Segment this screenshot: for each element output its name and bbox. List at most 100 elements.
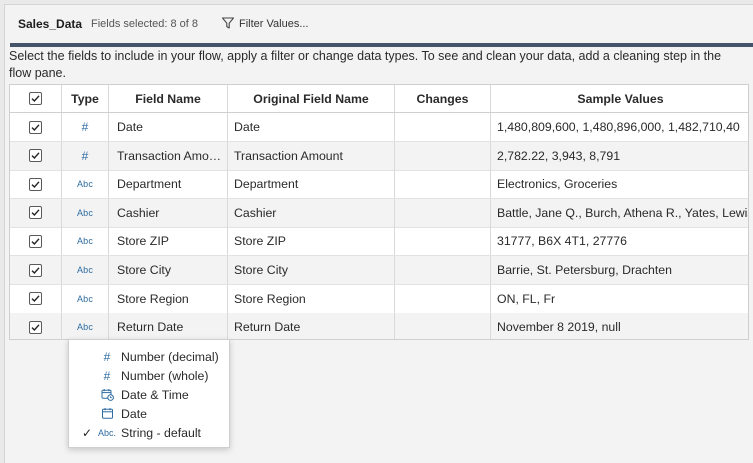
type-menu-item[interactable]: # Number (decimal) (69, 347, 231, 366)
type-cell[interactable]: Abc (62, 313, 109, 339)
table-row[interactable]: Abc Cashier Cashier Battle, Jane Q., Burch,… (10, 198, 749, 228)
table-row[interactable]: Abc Department Department Electronics, Groc… (10, 170, 748, 200)
sample-values-cell: 31777, B6X 4T1, 27776 (497, 234, 627, 249)
sample-values-cell: November 8 2019, null (497, 320, 621, 335)
abc-icon[interactable]: Abc (77, 265, 93, 275)
type-cell[interactable]: Abc (62, 227, 109, 256)
table-row[interactable]: Abc Store ZIP Store ZIP 31777, B6X 4T1, 277… (10, 227, 748, 257)
row-checkbox-cell (10, 141, 62, 170)
column-header-type[interactable]: Type (62, 85, 109, 112)
abc-icon[interactable]: Abc (77, 236, 93, 246)
table-row[interactable]: Abc Store Region Store Region ON, FL, Fr (10, 284, 748, 314)
fields-selected-count: Fields selected: 8 of 8 (91, 18, 199, 30)
field-name-cell[interactable]: Store City (109, 256, 228, 284)
row-checkbox[interactable] (29, 320, 42, 334)
table-row[interactable]: # Transaction Amo… Transaction Amount 2,782… (10, 141, 748, 171)
changes-cell (395, 113, 491, 141)
changes-cell (395, 227, 491, 256)
type-menu-label: Number (decimal) (121, 349, 219, 364)
sample-values-cell: Electronics, Groceries (497, 177, 618, 192)
column-header-original-field-name[interactable]: Original Field Name (228, 85, 395, 112)
original-field-name-cell: Store City (228, 256, 395, 284)
original-field-name-cell: Date (228, 113, 395, 141)
abc-icon[interactable]: Abc (77, 294, 93, 304)
abc-icon[interactable]: Abc (77, 179, 93, 189)
data-type-menu: # Number (decimal) # Number (whole) Date & T… (68, 339, 230, 448)
row-checkbox-cell (10, 198, 62, 227)
table-row[interactable]: Abc Store City Store City Barrie, St. Peter… (10, 256, 748, 285)
row-checkbox[interactable] (29, 234, 42, 248)
original-field-name-cell: Transaction Amount (228, 141, 395, 170)
type-cell[interactable]: # (62, 141, 109, 170)
type-menu-item[interactable]: Date (69, 404, 231, 423)
column-header-changes[interactable]: Changes (395, 85, 491, 112)
row-checkbox-cell (10, 284, 62, 313)
field-name-cell[interactable]: Return Date (109, 313, 228, 339)
datasource-title: Sales_Data (18, 17, 83, 31)
changes-cell (395, 256, 491, 284)
sample-values-cell: Barrie, St. Petersburg, Drachten (497, 263, 672, 277)
field-name-cell[interactable]: Store ZIP (109, 227, 228, 256)
abc-icon[interactable]: Abc (77, 208, 93, 218)
row-checkbox[interactable] (29, 149, 42, 163)
filter-values-button[interactable]: Filter Values... (221, 15, 309, 33)
field-name-cell[interactable]: Department (109, 170, 228, 199)
changes-cell (395, 284, 491, 313)
sample-values-cell: 1,480,809,600, 1,480,896,000, 1,482,710,… (497, 120, 740, 134)
field-name-cell[interactable]: Store Region (109, 284, 228, 313)
hash-icon: # (103, 349, 111, 364)
changes-cell (395, 313, 491, 339)
type-menu-item[interactable]: # Number (whole) (69, 366, 231, 385)
type-menu-label: Date & Time (121, 387, 189, 402)
original-field-name-cell: Return Date (228, 313, 395, 339)
grid-header-row: Type Field Name Original Field Name Chan… (10, 85, 748, 113)
field-name-cell[interactable]: Cashier (109, 198, 228, 227)
type-menu-label: Number (whole) (121, 368, 209, 383)
row-checkbox-cell (10, 313, 62, 339)
hash-icon[interactable]: # (82, 149, 89, 163)
row-checkbox[interactable] (29, 120, 42, 134)
type-menu-label: Date (121, 406, 147, 421)
row-checkbox[interactable] (29, 263, 42, 277)
row-checkbox-cell (10, 256, 62, 284)
row-checkbox-cell (10, 227, 62, 256)
row-checkbox[interactable] (29, 177, 42, 191)
calendar-icon (99, 407, 115, 420)
hash-icon[interactable]: # (82, 120, 89, 134)
sample-values-cell: Battle, Jane Q., Burch, Athena R., Yates… (497, 205, 749, 220)
field-name-cell[interactable]: Date (109, 113, 228, 141)
panel-header: Sales_Data Fields selected: 8 of 8 Filte… (5, 5, 753, 43)
type-cell[interactable]: # (62, 113, 109, 141)
type-cell[interactable]: Abc (62, 256, 109, 284)
select-all-checkbox[interactable] (29, 92, 42, 105)
filter-values-label: Filter Values... (239, 18, 309, 30)
changes-cell (395, 198, 491, 227)
abc-icon[interactable]: Abc (77, 322, 93, 332)
type-cell[interactable]: Abc (62, 170, 109, 199)
row-checkbox[interactable] (29, 206, 42, 220)
column-header-sample-values[interactable]: Sample Values (491, 85, 748, 112)
hash-icon: # (103, 368, 111, 383)
table-row[interactable]: Abc Return Date Return Date November 8 2019… (10, 313, 748, 339)
checkmark-icon: ✓ (82, 425, 93, 440)
type-cell[interactable]: Abc (62, 284, 109, 313)
type-cell[interactable]: Abc (62, 198, 109, 227)
row-checkbox[interactable] (29, 292, 42, 306)
changes-cell (395, 141, 491, 170)
datetime-icon (99, 388, 115, 401)
select-all-cell (10, 85, 62, 112)
row-checkbox-cell (10, 113, 62, 141)
original-field-name-cell: Store Region (228, 284, 395, 313)
abc-icon: Abc. (98, 427, 117, 438)
original-field-name-cell: Cashier (228, 198, 395, 227)
sample-values-cell: 2,782.22, 3,943, 8,791 (497, 148, 621, 163)
type-menu-label: String - default (121, 425, 201, 440)
column-header-field-name[interactable]: Field Name (109, 85, 228, 112)
original-field-name-cell: Store ZIP (228, 227, 395, 256)
field-name-cell[interactable]: Transaction Amo… (109, 141, 228, 170)
fields-grid: Type Field Name Original Field Name Chan… (9, 84, 749, 340)
table-row[interactable]: # Date Date 1,480,809,600, 1,480,896,000, 1… (10, 113, 748, 142)
sample-values-cell: ON, FL, Fr (497, 291, 556, 306)
type-menu-item[interactable]: Date & Time (69, 385, 231, 404)
type-menu-item[interactable]: ✓ Abc. String - default (69, 423, 231, 442)
